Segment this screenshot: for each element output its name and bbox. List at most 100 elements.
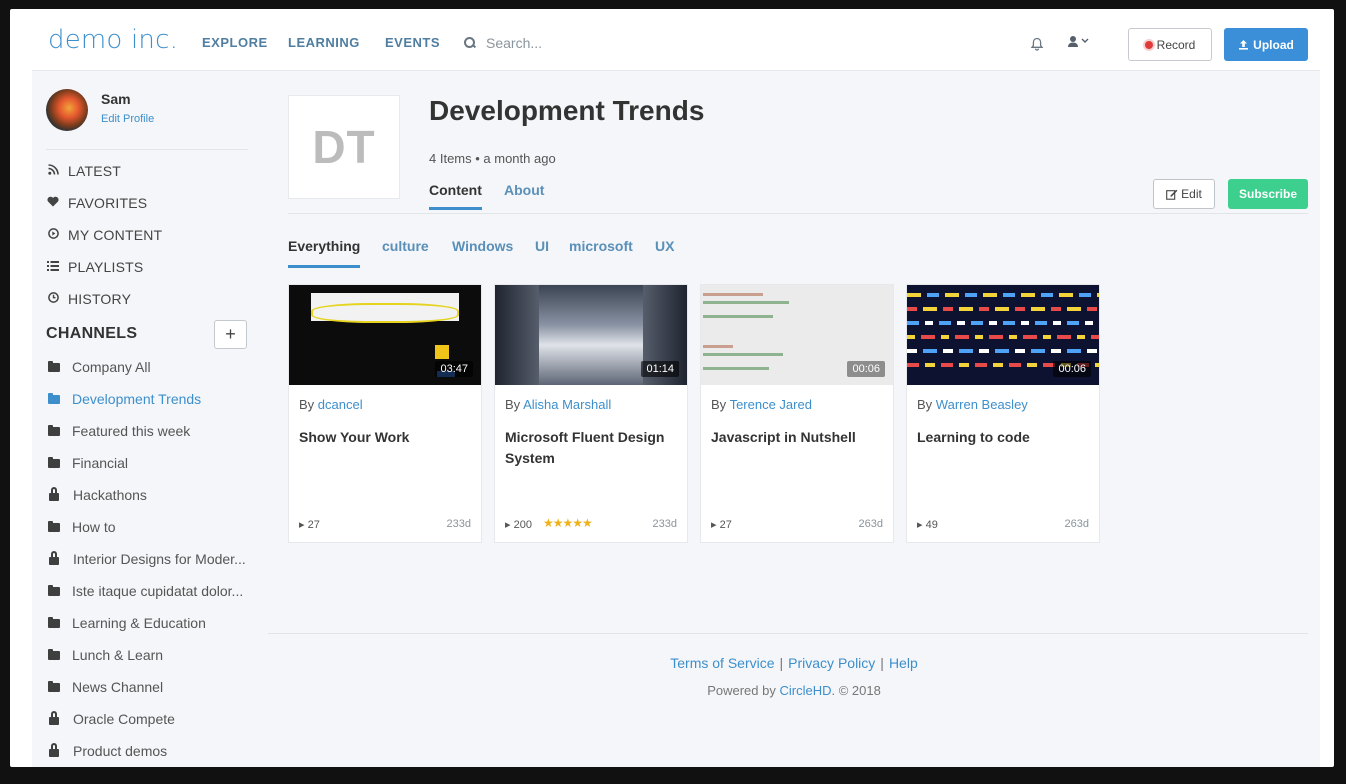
folder-icon: [48, 456, 60, 468]
channel-item[interactable]: Hackathons: [48, 487, 147, 503]
upload-label: Upload: [1253, 37, 1294, 52]
bell-icon[interactable]: [1030, 37, 1044, 51]
sidebar-item-my-content[interactable]: MY CONTENT: [46, 227, 162, 243]
channel-item[interactable]: Development Trends: [48, 391, 201, 407]
author-link[interactable]: dcancel: [318, 397, 363, 412]
lock-icon: [49, 551, 59, 565]
channel-item[interactable]: Product demos: [48, 743, 167, 759]
video-card[interactable]: 00:06 By Warren Beasley Learning to code…: [906, 284, 1100, 543]
tab-content[interactable]: Content: [429, 182, 482, 210]
powered-by: Powered by CircleHD. © 2018: [707, 683, 881, 698]
top-header: demo inc. EXPLORE LEARNING EVENTS Record: [32, 9, 1320, 71]
channel-label: Iste itaque cupidatat dolor...: [72, 583, 244, 599]
filter-microsoft[interactable]: microsoft: [569, 238, 633, 254]
tab-about[interactable]: About: [504, 182, 544, 207]
sidebar-item-label: LATEST: [68, 163, 122, 179]
nav-explore[interactable]: EXPLORE: [202, 35, 268, 50]
folder-icon: [48, 360, 60, 372]
channel-item[interactable]: Financial: [48, 455, 128, 471]
profile-name: Sam: [101, 91, 131, 107]
sidebar-item-favorites[interactable]: FAVORITES: [46, 195, 147, 211]
lock-icon: [49, 487, 59, 501]
rss-icon: [46, 164, 60, 178]
video-thumbnail[interactable]: 00:06: [907, 285, 1099, 385]
video-title[interactable]: Javascript in Nutshell: [711, 427, 887, 448]
channel-label: Interior Designs for Moder...: [73, 551, 246, 567]
sidebar-item-label: MY CONTENT: [68, 227, 163, 243]
filter-everything[interactable]: Everything: [288, 238, 361, 268]
sidebar-item-latest[interactable]: LATEST: [46, 163, 121, 179]
record-icon: [1144, 40, 1153, 49]
video-card[interactable]: 01:14 By Alisha Marshall Microsoft Fluen…: [494, 284, 688, 543]
author-link[interactable]: Terence Jared: [730, 397, 812, 412]
video-thumbnail[interactable]: 03:47: [289, 285, 481, 385]
footer-separator: |: [880, 655, 884, 671]
channel-label: Oracle Compete: [73, 711, 175, 727]
video-title[interactable]: Microsoft Fluent Design System: [505, 427, 681, 469]
author-link[interactable]: Alisha Marshall: [523, 397, 611, 412]
folder-icon: [48, 584, 60, 596]
video-title[interactable]: Show Your Work: [299, 427, 475, 448]
view-count: ▸ 27: [711, 519, 732, 531]
channel-item[interactable]: Oracle Compete: [48, 711, 175, 727]
footer-separator: |: [779, 655, 784, 671]
channel-label: Featured this week: [72, 423, 191, 439]
filter-ui[interactable]: UI: [535, 238, 549, 254]
video-title[interactable]: Learning to code: [917, 427, 1093, 448]
sidebar-item-history[interactable]: HISTORY: [46, 291, 131, 307]
sidebar-divider: [46, 149, 248, 150]
video-card[interactable]: 00:06 By Terence Jared Javascript in Nut…: [700, 284, 894, 543]
page-title: Development Trends: [429, 95, 705, 126]
footer-links: Terms of Service | Privacy Policy | Help: [32, 655, 1320, 671]
app: demo inc. EXPLORE LEARNING EVENTS Record: [32, 9, 1320, 767]
channel-item[interactable]: Featured this week: [48, 423, 190, 439]
avatar[interactable]: [46, 89, 88, 131]
channel-item[interactable]: Learning & Education: [48, 615, 206, 631]
heart-icon: [46, 196, 60, 210]
channel-label: Company All: [72, 359, 151, 375]
add-channel-button[interactable]: +: [214, 320, 247, 349]
edit-profile-link[interactable]: Edit Profile: [101, 113, 154, 125]
edit-button[interactable]: Edit: [1153, 179, 1215, 209]
folder-icon: [48, 424, 60, 436]
video-age: 233d: [446, 518, 471, 530]
record-button[interactable]: Record: [1128, 28, 1212, 61]
nav-learning[interactable]: LEARNING: [288, 35, 360, 50]
channel-item[interactable]: Iste itaque cupidatat dolor...: [48, 583, 243, 599]
lock-icon: [49, 743, 59, 757]
brand-logo[interactable]: demo inc.: [48, 25, 178, 55]
video-duration: 01:14: [641, 361, 679, 377]
edit-icon: [1166, 189, 1178, 200]
clock-icon: [46, 292, 60, 306]
channel-item[interactable]: Company All: [48, 359, 151, 375]
video-duration: 00:06: [1053, 361, 1091, 377]
sidebar-item-playlists[interactable]: PLAYLISTS: [46, 259, 143, 275]
video-age: 263d: [858, 518, 883, 530]
upload-button[interactable]: Upload: [1224, 28, 1308, 61]
play-circle-icon: [46, 228, 60, 242]
screenshot-frame: demo inc. EXPLORE LEARNING EVENTS Record: [10, 9, 1334, 767]
video-thumbnail[interactable]: 00:06: [701, 285, 893, 385]
edit-label: Edit: [1181, 187, 1202, 201]
nav-events[interactable]: EVENTS: [385, 35, 440, 50]
help-link[interactable]: Help: [889, 655, 918, 671]
video-age: 263d: [1064, 518, 1089, 530]
channel-item[interactable]: Interior Designs for Moder...: [48, 551, 246, 567]
video-thumbnail[interactable]: 01:14: [495, 285, 687, 385]
user-menu[interactable]: [1068, 35, 1090, 52]
channel-label: Hackathons: [73, 487, 147, 503]
video-card[interactable]: 03:47 By dcancel Show Your Work ▸ 27 233…: [288, 284, 482, 543]
circlehd-link[interactable]: CircleHD: [779, 683, 831, 698]
filter-windows[interactable]: Windows: [452, 238, 513, 254]
list-icon: [46, 260, 60, 274]
filter-ux[interactable]: UX: [655, 238, 674, 254]
privacy-link[interactable]: Privacy Policy: [788, 655, 875, 671]
author-link[interactable]: Warren Beasley: [936, 397, 1028, 412]
subscribe-button[interactable]: Subscribe: [1228, 179, 1308, 209]
folder-icon: [48, 616, 60, 628]
search-input[interactable]: [486, 35, 676, 51]
channel-label: Learning & Education: [72, 615, 206, 631]
terms-link[interactable]: Terms of Service: [670, 655, 774, 671]
filter-culture[interactable]: culture: [382, 238, 429, 254]
channel-item[interactable]: How to: [48, 519, 116, 535]
